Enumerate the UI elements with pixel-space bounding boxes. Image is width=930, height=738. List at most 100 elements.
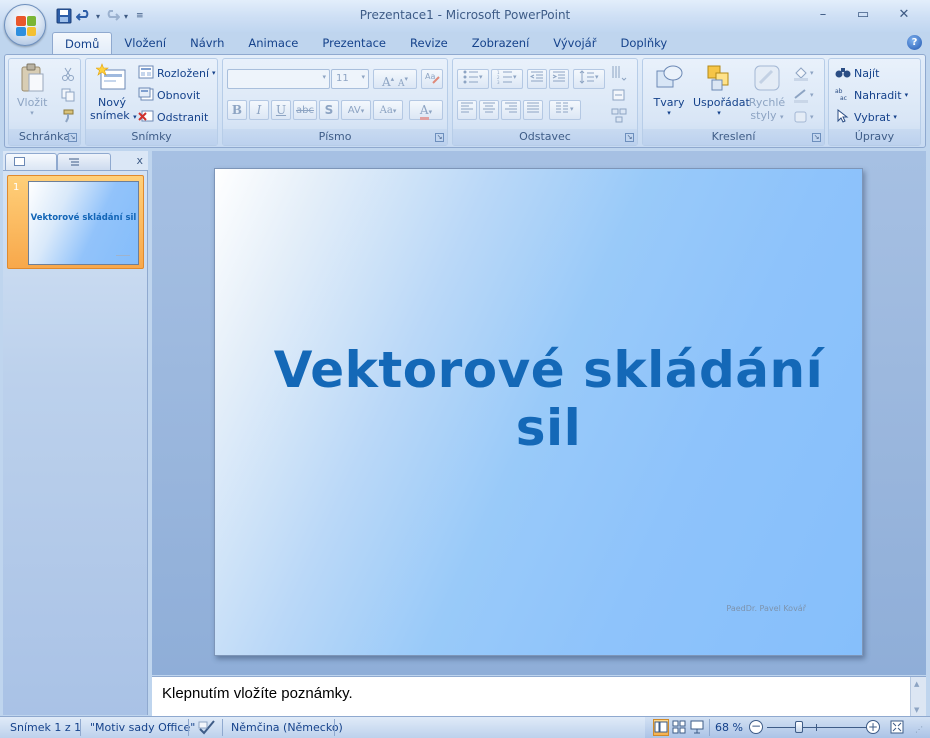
slide-thumbnail-1[interactable]: 1 Vektorové skládání sil bbox=[7, 175, 144, 269]
notes-scrollbar[interactable]: ▲ ▼ bbox=[910, 677, 926, 717]
replace-button[interactable]: ab ac Nahradit ▾ bbox=[835, 86, 908, 104]
close-button[interactable]: ✕ bbox=[893, 6, 915, 24]
paste-button[interactable]: Vložit ▾ bbox=[17, 63, 47, 123]
align-left-icon[interactable] bbox=[457, 100, 477, 120]
strikethrough-button[interactable]: abc bbox=[293, 100, 317, 120]
normal-view-icon[interactable] bbox=[653, 719, 669, 736]
bullets-icon[interactable]: ▾ bbox=[457, 69, 489, 89]
tab-domu[interactable]: Domů bbox=[52, 32, 113, 55]
paragraph-launcher-icon[interactable]: ↘ bbox=[625, 133, 634, 142]
align-center-icon[interactable] bbox=[479, 100, 499, 120]
reset-button[interactable]: Obnovit bbox=[138, 86, 200, 104]
copy-icon[interactable] bbox=[61, 88, 77, 104]
delete-slide-button[interactable]: Odstranit bbox=[138, 108, 208, 126]
tab-zobrazeni[interactable]: Zobrazení bbox=[460, 32, 542, 55]
slide-thumbnail-preview: Vektorové skládání sil bbox=[28, 181, 139, 265]
slide-title[interactable]: Vektorové skládání sil bbox=[215, 341, 862, 457]
zoom-slider-track[interactable] bbox=[767, 721, 867, 733]
maximize-button[interactable]: ▭ bbox=[852, 6, 874, 24]
theme-status[interactable]: "Motiv sady Office" bbox=[90, 721, 195, 734]
view-zoom-area: 68 % − + ⋰ bbox=[645, 717, 930, 738]
tab-outline-view[interactable] bbox=[57, 153, 111, 170]
close-panel-icon[interactable]: x bbox=[136, 154, 143, 167]
font-size-dropdown-icon: ▾ bbox=[361, 73, 365, 81]
align-right-icon[interactable] bbox=[501, 100, 521, 120]
slide-canvas[interactable]: Vektorové skládání sil PaedDr. Pavel Kov… bbox=[214, 168, 863, 656]
character-spacing-button[interactable]: AV▾ bbox=[341, 100, 371, 120]
zoom-slider-thumb[interactable] bbox=[795, 721, 804, 733]
shape-effects-icon[interactable]: ▾ bbox=[793, 109, 814, 125]
select-button[interactable]: Vybrat ▾ bbox=[835, 108, 897, 126]
tab-vlozeni[interactable]: Vložení bbox=[112, 32, 178, 55]
minimize-button[interactable]: – bbox=[812, 6, 834, 24]
cut-icon[interactable] bbox=[61, 67, 77, 83]
language-status[interactable]: Němčina (Německo) bbox=[231, 721, 343, 734]
office-button[interactable] bbox=[4, 4, 46, 46]
slide-author[interactable]: PaedDr. Pavel Kovář bbox=[726, 604, 806, 613]
decrease-indent-icon[interactable] bbox=[527, 69, 547, 89]
tab-revize[interactable]: Revize bbox=[398, 32, 460, 55]
clipboard-launcher-icon[interactable]: ↘ bbox=[68, 133, 77, 142]
spelling-check-icon[interactable] bbox=[198, 719, 216, 738]
zoom-in-icon[interactable]: + bbox=[866, 720, 880, 734]
italic-button[interactable]: I bbox=[249, 100, 269, 120]
smartart-icon[interactable] bbox=[611, 107, 627, 123]
new-slide-button[interactable]: Nový snímek ▾ bbox=[90, 63, 137, 127]
format-painter-icon[interactable] bbox=[61, 109, 77, 125]
svg-text:ab: ab bbox=[835, 88, 843, 95]
clear-formatting-icon[interactable]: Aa bbox=[421, 69, 443, 89]
underline-button[interactable]: U bbox=[271, 100, 291, 120]
bold-button[interactable]: B bbox=[227, 100, 247, 120]
find-button[interactable]: Najít bbox=[835, 64, 879, 82]
text-direction-icon[interactable] bbox=[611, 65, 627, 81]
replace-icon: ab ac bbox=[835, 87, 851, 103]
character-spacing-label: AV bbox=[347, 105, 361, 116]
font-color-button[interactable]: A▾ bbox=[409, 100, 443, 120]
find-label: Najít bbox=[854, 66, 880, 80]
change-case-button[interactable]: Aa▾ bbox=[373, 100, 403, 120]
slide-thumbnail-title: Vektorové skládání sil bbox=[30, 213, 137, 223]
help-icon[interactable]: ? bbox=[907, 35, 922, 50]
scroll-up-icon[interactable]: ▲ bbox=[914, 680, 919, 688]
tab-slides-view[interactable] bbox=[5, 153, 57, 170]
layout-button[interactable]: Rozložení ▾ bbox=[138, 64, 216, 82]
grow-shrink-font-button[interactable]: A▴ A▾ bbox=[373, 69, 417, 89]
columns-icon[interactable]: ▾ bbox=[549, 100, 581, 120]
shapes-button[interactable]: Tvary ▾ bbox=[647, 63, 691, 127]
tab-navrh[interactable]: Návrh bbox=[178, 32, 236, 55]
resize-grip-icon[interactable]: ⋰ bbox=[915, 725, 923, 734]
shadow-button[interactable]: S bbox=[319, 100, 339, 120]
font-size-box[interactable]: 11 ▾ bbox=[331, 69, 369, 89]
tab-prezentace[interactable]: Prezentace bbox=[310, 32, 398, 55]
line-spacing-icon[interactable]: ▾ bbox=[573, 69, 605, 89]
shape-outline-icon[interactable]: ▾ bbox=[793, 87, 814, 103]
increase-indent-icon[interactable] bbox=[549, 69, 569, 89]
cursor-icon bbox=[835, 108, 851, 125]
slide-show-view-icon[interactable] bbox=[690, 720, 704, 737]
tab-animace[interactable]: Animace bbox=[236, 32, 310, 55]
tab-vyvojar[interactable]: Vývojář bbox=[541, 32, 608, 55]
zoom-level[interactable]: 68 % bbox=[715, 721, 743, 734]
binoculars-icon bbox=[835, 65, 851, 81]
font-name-box[interactable]: ▾ bbox=[227, 69, 330, 89]
arrange-button[interactable]: Uspořádat ▾ bbox=[693, 63, 750, 127]
scroll-down-icon[interactable]: ▼ bbox=[914, 706, 919, 714]
align-text-icon[interactable] bbox=[611, 87, 627, 103]
numbering-icon[interactable]: 1 2 3 ▾ bbox=[491, 69, 523, 89]
notes-pane[interactable]: Klepnutím vložíte poznámky. ▲ ▼ bbox=[152, 676, 926, 717]
notes-placeholder[interactable]: Klepnutím vložíte poznámky. bbox=[162, 685, 353, 702]
quick-styles-button[interactable]: Rychlé styly ▾ bbox=[747, 63, 787, 127]
slide-number: 1 bbox=[13, 182, 20, 193]
arrange-label: Uspořádat bbox=[693, 96, 750, 109]
drawing-launcher-icon[interactable]: ↘ bbox=[812, 133, 821, 142]
zoom-out-icon[interactable]: − bbox=[749, 720, 763, 734]
slide-sorter-view-icon[interactable] bbox=[672, 720, 686, 737]
svg-text:▾: ▾ bbox=[810, 113, 814, 121]
fit-slide-icon[interactable] bbox=[890, 720, 904, 737]
justify-icon[interactable] bbox=[523, 100, 543, 120]
svg-text:▾: ▾ bbox=[810, 69, 814, 77]
shape-fill-icon[interactable]: ▾ bbox=[793, 65, 814, 81]
tab-doplnky[interactable]: Doplňky bbox=[608, 32, 679, 55]
font-launcher-icon[interactable]: ↘ bbox=[435, 133, 444, 142]
quick-styles-label-2: styly bbox=[750, 109, 777, 122]
